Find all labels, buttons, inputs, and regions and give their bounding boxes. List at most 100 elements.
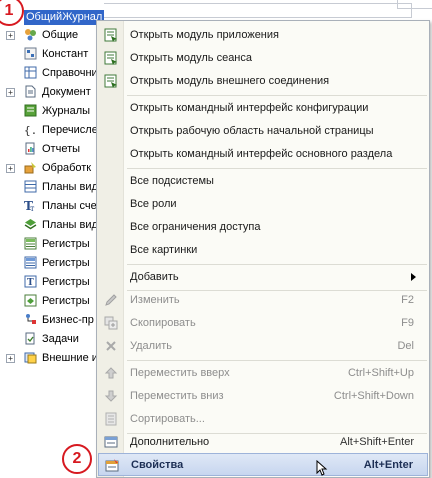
menu-item-open-session-module[interactable]: Открыть модуль сеанса <box>98 47 428 69</box>
chart-of-accounts-icon: Tт <box>24 199 35 212</box>
tree-item-label: Справочни <box>42 67 98 79</box>
tree-item-external-sources[interactable]: + Внешние и <box>0 349 100 367</box>
copy-icon <box>104 316 118 330</box>
business-process-icon <box>26 314 36 324</box>
menu-item-all-access-restrictions[interactable]: Все ограничения доступа <box>98 216 428 238</box>
calculation-register-icon <box>24 294 37 307</box>
tree-item-label: Отчеты <box>42 143 81 155</box>
submenu-arrow-icon <box>411 273 416 281</box>
tree-item-catalogs[interactable]: Справочни <box>0 64 100 82</box>
expand-icon[interactable]: + <box>6 164 15 173</box>
module-icon <box>104 51 117 65</box>
menu-item-shortcut: Alt+Enter <box>363 459 413 471</box>
step-badge-2: 2 <box>62 444 92 474</box>
menu-item-move-down[interactable]: Переместить вниз Ctrl+Shift+Down <box>98 385 428 407</box>
tree-item-label: Регистры <box>42 276 90 288</box>
extra-icon <box>104 436 118 448</box>
menu-item-shortcut: Del <box>397 340 414 352</box>
menu-item-label: Все ограничения доступа <box>130 221 261 233</box>
menu-item-properties[interactable]: Свойства Alt+Enter <box>98 453 428 476</box>
menu-item-label: Дополнительно <box>130 436 210 448</box>
tree-item-info-registers[interactable]: Регистры <box>0 235 100 253</box>
menu-item-open-main-section-interface[interactable]: Открыть командный интерфейс основного ра… <box>98 143 428 165</box>
expand-icon[interactable]: + <box>6 88 15 97</box>
tree-item-accumulation-registers[interactable]: Регистры <box>0 254 100 272</box>
tree-item-label: Констант <box>42 48 89 60</box>
tree-item-documents[interactable]: + Документ <box>0 83 100 101</box>
context-menu: Открыть модуль приложения Открыть модуль… <box>96 20 430 478</box>
tree-item-label: Задачи <box>42 333 79 345</box>
menu-item-shortcut: F2 <box>401 294 414 306</box>
menu-item-open-home-page-workarea[interactable]: Открыть рабочую область начальной страни… <box>98 120 428 142</box>
tree-item-label: Бизнес-пр <box>42 314 94 326</box>
menu-item-copy[interactable]: Скопировать F9 <box>98 312 428 334</box>
menu-item-sort[interactable]: Сортировать... <box>98 408 428 430</box>
menu-item-all-subsystems[interactable]: Все подсистемы <box>98 170 428 192</box>
tree-item-tasks[interactable]: Задачи <box>0 330 100 348</box>
document-icon <box>25 85 36 98</box>
menu-item-label: Открыть рабочую область начальной страни… <box>130 125 374 137</box>
tree-item-accounting-registers[interactable]: T Регистры <box>0 273 100 291</box>
tree-item-journals[interactable]: Журналы <box>0 102 100 120</box>
tree-item-label: Планы сче <box>42 200 97 212</box>
tree-item-label: Журналы <box>42 105 91 117</box>
module-icon <box>104 28 117 42</box>
menu-item-open-app-module[interactable]: Открыть модуль приложения <box>98 24 428 46</box>
enum-icon: {..} <box>24 124 37 136</box>
expand-icon[interactable]: + <box>6 354 15 363</box>
menu-item-label: Скопировать <box>130 317 196 329</box>
menu-item-edit[interactable]: Изменить F2 <box>98 289 428 311</box>
menu-item-label: Открыть модуль внешнего соединения <box>130 75 330 87</box>
menu-item-all-pictures[interactable]: Все картинки <box>98 239 428 261</box>
report-icon <box>25 142 35 155</box>
menu-item-label: Удалить <box>130 340 172 352</box>
arrow-down-icon <box>104 390 118 402</box>
menu-separator <box>127 360 427 361</box>
tree-item-label: Планы вид <box>42 219 98 231</box>
tree-item-charts-of-characteristics[interactable]: Планы вид <box>0 178 100 196</box>
common-icon <box>25 29 36 41</box>
tree-item-label: Документ <box>42 86 91 98</box>
menu-item-label: Переместить вниз <box>130 390 224 402</box>
tree-item-enums[interactable]: {..} Перечисле <box>0 121 100 139</box>
menu-item-open-command-interface[interactable]: Открыть командный интерфейс конфигурации <box>98 97 428 119</box>
tree-item-common[interactable]: + Общие <box>0 26 100 44</box>
arrow-up-icon <box>104 367 118 379</box>
tree-item-charts-of-accounts[interactable]: Tт Планы сче <box>0 197 100 215</box>
menu-item-advanced[interactable]: Дополнительно Alt+Shift+Enter <box>98 431 428 453</box>
expand-icon[interactable]: + <box>6 31 15 40</box>
properties-icon <box>105 459 119 472</box>
menu-item-move-up[interactable]: Переместить вверх Ctrl+Shift+Up <box>98 362 428 384</box>
tree-item-business-processes[interactable]: Бизнес-пр <box>0 311 100 329</box>
menu-item-label: Все подсистемы <box>130 175 214 187</box>
menu-item-label: Переместить вверх <box>130 367 230 379</box>
tree-item-reports[interactable]: Отчеты <box>0 140 100 158</box>
tree-item-label: Общие <box>42 29 79 41</box>
menu-item-add[interactable]: Добавить <box>98 266 428 288</box>
menu-item-label: Добавить <box>130 271 179 283</box>
menu-separator <box>127 168 427 169</box>
tree-item-charts-of-calculation[interactable]: Планы вид <box>0 216 100 234</box>
menu-item-label: Открыть командный интерфейс основного ра… <box>130 148 393 160</box>
menu-item-label: Открыть модуль сеанса <box>130 52 253 64</box>
tree-item-constants[interactable]: Констант <box>0 45 100 63</box>
module-icon <box>104 74 117 88</box>
sort-icon <box>105 412 117 426</box>
journal-icon <box>24 104 37 117</box>
menu-separator <box>127 95 427 96</box>
menu-item-all-roles[interactable]: Все роли <box>98 193 428 215</box>
accounting-register-icon: T <box>24 275 37 288</box>
menu-item-label: Сортировать... <box>130 413 205 425</box>
svg-text:т: т <box>30 204 35 212</box>
menu-item-open-external-connection-module[interactable]: Открыть модуль внешнего соединения <box>98 70 428 92</box>
tree-item-label: Внешние и <box>42 352 98 364</box>
menu-item-delete[interactable]: Удалить Del <box>98 335 428 357</box>
tree-item-calculation-registers[interactable]: Регистры <box>0 292 100 310</box>
tree-item-label: Регистры <box>42 238 90 250</box>
delete-icon <box>106 341 116 351</box>
task-icon <box>25 332 35 345</box>
tree-item-data-processors[interactable]: + Обработк <box>0 159 100 177</box>
tree-root-label[interactable]: ОбщийЖурнал <box>24 10 105 25</box>
menu-item-label: Открыть модуль приложения <box>130 29 279 41</box>
menu-item-shortcut: Ctrl+Shift+Up <box>347 367 414 379</box>
